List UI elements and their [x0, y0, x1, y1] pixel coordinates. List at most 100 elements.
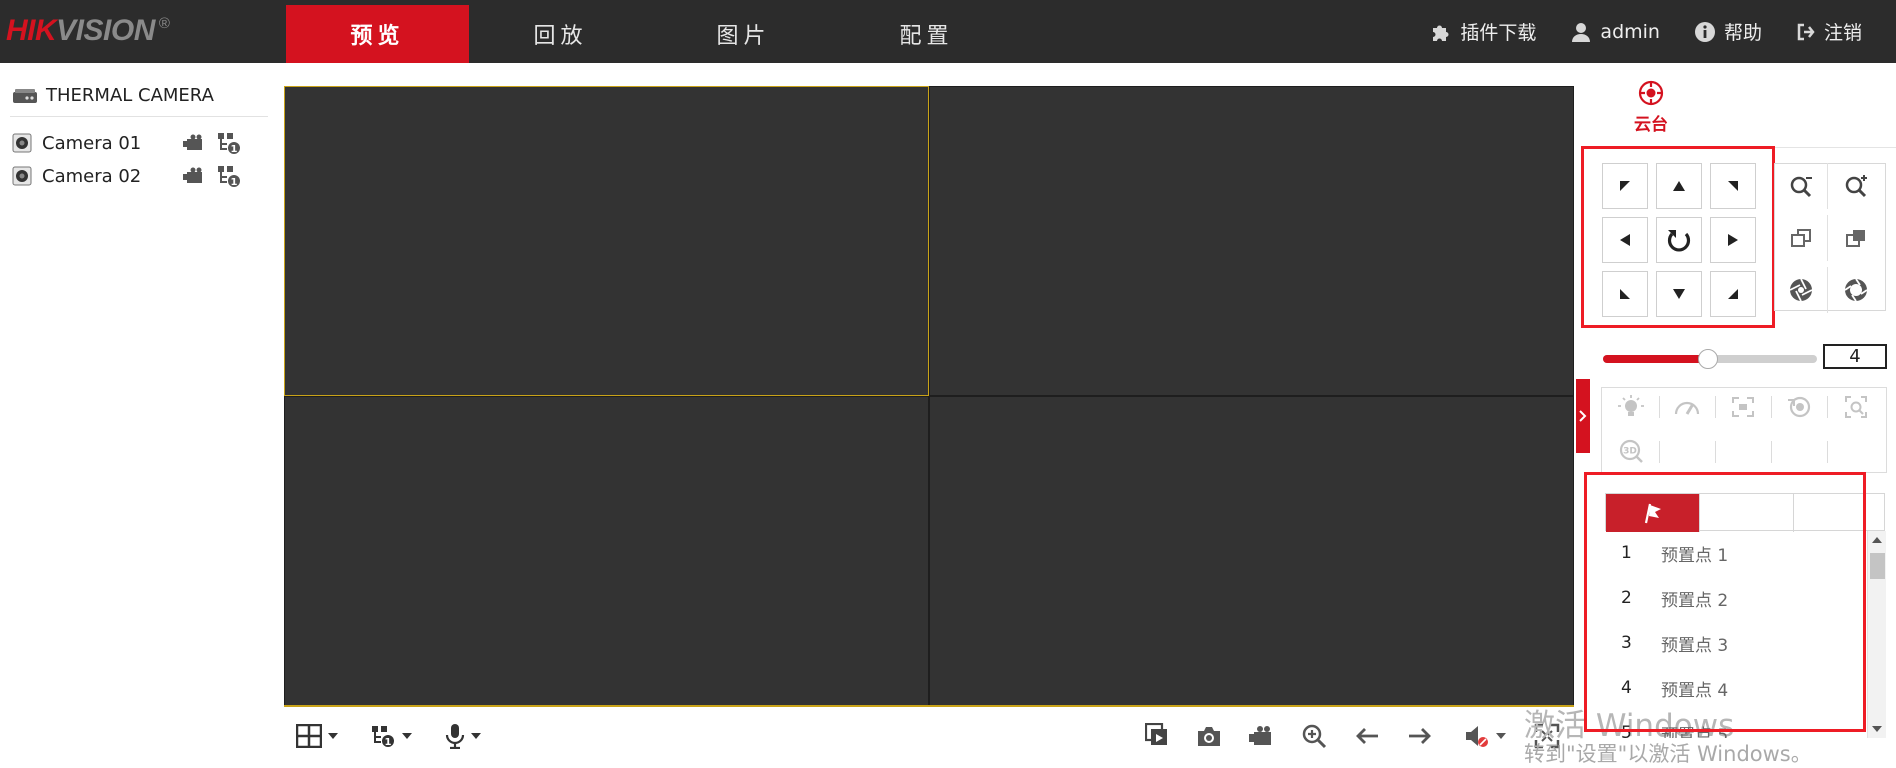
scroll-up-arrow-icon[interactable]: [1872, 537, 1882, 543]
nav-picture[interactable]: 图片: [652, 5, 835, 63]
tab-patrol[interactable]: [1700, 494, 1793, 532]
arrow-down-right-icon: [1728, 289, 1738, 299]
function-separator: [1827, 441, 1828, 463]
main-nav: 预览 回放 图片 配置: [286, 5, 1018, 63]
iris-close-button[interactable]: [1774, 267, 1828, 313]
preset-name: 预置点 1: [1661, 545, 1729, 566]
arrow-left-icon: [1356, 728, 1378, 744]
ptz-up-right-button[interactable]: [1710, 163, 1756, 209]
zoom-out-button[interactable]: [1774, 163, 1828, 209]
audio-talk-button[interactable]: [445, 721, 481, 751]
preset-number: 5: [1621, 723, 1632, 738]
iris-open-button[interactable]: [1829, 267, 1883, 313]
arrow-down-icon: [1673, 289, 1685, 299]
nav-preview[interactable]: 预览: [286, 5, 469, 63]
ptz-down-left-button[interactable]: [1602, 271, 1648, 317]
function-separator: [1659, 441, 1660, 463]
wiper-icon: [1674, 401, 1700, 415]
ptz-target-icon: [1638, 80, 1664, 106]
top-tools: 插件下载 admin 帮助 注销: [1430, 0, 1896, 63]
stream-select-icon[interactable]: 1: [216, 131, 242, 155]
camera-label: Camera 01: [42, 132, 142, 154]
ptz-title: 云台: [1634, 115, 1668, 135]
ptz-right-button[interactable]: [1710, 217, 1756, 263]
ptz-speed-slider-handle[interactable]: [1697, 349, 1718, 369]
tab-preset[interactable]: [1606, 494, 1699, 532]
preset-row[interactable]: 3 预置点 3: [1605, 621, 1867, 665]
arrow-up-icon: [1673, 181, 1685, 191]
lens-init-button[interactable]: [1771, 387, 1827, 427]
ptz-down-button[interactable]: [1656, 271, 1702, 317]
preset-name: 预置点 4: [1661, 680, 1729, 701]
video-pane-3[interactable]: [284, 396, 929, 706]
preset-row[interactable]: 2 预置点 2: [1605, 576, 1867, 620]
svg-text:1: 1: [231, 144, 238, 155]
digital-zoom-button[interactable]: [1301, 721, 1327, 751]
preset-row[interactable]: 1 预置点 1: [1605, 531, 1867, 575]
ptz-up-button[interactable]: [1656, 163, 1702, 209]
video-grid: [284, 86, 1574, 706]
function-separator: [1771, 441, 1772, 463]
ptz-left-button[interactable]: [1602, 217, 1648, 263]
stream-select-icon[interactable]: 1: [216, 164, 242, 188]
scroll-thumb[interactable]: [1870, 553, 1885, 579]
hikvision-logo: HIK VISION ®: [6, 14, 170, 50]
3d-zoom-icon: 3D: [1619, 439, 1643, 463]
manual-tracking-button[interactable]: [1828, 387, 1884, 427]
nav-config[interactable]: 配置: [835, 5, 1018, 63]
tree-root-device[interactable]: THERMAL CAMERA: [12, 85, 214, 106]
stream-type-button[interactable]: 1: [370, 721, 412, 751]
focus-far-button[interactable]: [1829, 215, 1883, 261]
ptz-header: 云台: [1620, 80, 1682, 135]
capture-button[interactable]: [1196, 721, 1222, 751]
auxiliary-focus-button[interactable]: [1715, 387, 1771, 427]
zoom-in-button[interactable]: [1829, 163, 1883, 209]
window-layout-button[interactable]: [296, 721, 338, 751]
record-icon[interactable]: [182, 166, 206, 186]
wiper-button[interactable]: [1659, 387, 1715, 427]
scroll-down-arrow-icon[interactable]: [1872, 726, 1882, 732]
video-pane-2[interactable]: [929, 86, 1574, 396]
preset-name: 预置点 5: [1661, 725, 1729, 739]
ptz-collapse-tab[interactable]: [1576, 379, 1590, 453]
preset-row[interactable]: 4 预置点 4: [1605, 666, 1867, 710]
help-link[interactable]: 帮助: [1694, 18, 1762, 45]
ptz-down-right-button[interactable]: [1710, 271, 1756, 317]
nvr-device-icon: [13, 88, 37, 103]
light-button[interactable]: [1603, 387, 1659, 427]
tab-pattern[interactable]: [1794, 494, 1887, 532]
camera-row-01[interactable]: Camera 01 1: [12, 129, 262, 157]
previous-page-button[interactable]: [1355, 721, 1379, 751]
logo-part-vision: VISION: [56, 14, 155, 47]
ptz-up-left-button[interactable]: [1602, 163, 1648, 209]
tracking-frame-icon: [1845, 396, 1867, 418]
camera-icon: [12, 166, 32, 186]
chevron-right-icon: [1579, 410, 1587, 422]
volume-button[interactable]: [1464, 721, 1506, 751]
logout-label: 注销: [1823, 22, 1862, 44]
plugin-download-link[interactable]: 插件下载: [1430, 18, 1536, 45]
video-pane-4[interactable]: [929, 396, 1574, 706]
ptz-speed-slider[interactable]: [1603, 349, 1817, 369]
user-menu[interactable]: admin: [1570, 21, 1660, 43]
preset-row[interactable]: 5 预置点 5: [1605, 711, 1867, 738]
preset-list: 1 预置点 1 2 预置点 2 3 预置点 3 4 预置点 4 5 预置点 5: [1605, 531, 1867, 738]
preset-list-scrollbar[interactable]: [1867, 531, 1886, 738]
grid-layout-icon: [296, 724, 322, 748]
ptz-auto-scan-button[interactable]: [1656, 217, 1702, 263]
video-record-icon: [1249, 726, 1271, 745]
nav-playback[interactable]: 回放: [469, 5, 652, 63]
stop-all-preview-button[interactable]: [1145, 721, 1171, 751]
video-pane-1[interactable]: [284, 86, 929, 396]
stream-select-icon: 1: [372, 726, 394, 748]
3d-positioning-button[interactable]: 3D: [1603, 431, 1659, 471]
record-icon[interactable]: [182, 133, 206, 153]
focus-near-button[interactable]: [1774, 215, 1828, 261]
device-tree: THERMAL CAMERA Camera 01 1 Camera 02 1: [0, 63, 272, 768]
arrow-right-icon: [1728, 234, 1738, 246]
camera-row-02[interactable]: Camera 02 1: [12, 162, 262, 190]
svg-text:1: 1: [231, 177, 238, 188]
logout-link[interactable]: 注销: [1796, 18, 1862, 45]
record-button[interactable]: [1248, 721, 1276, 751]
next-page-button[interactable]: [1408, 721, 1432, 751]
